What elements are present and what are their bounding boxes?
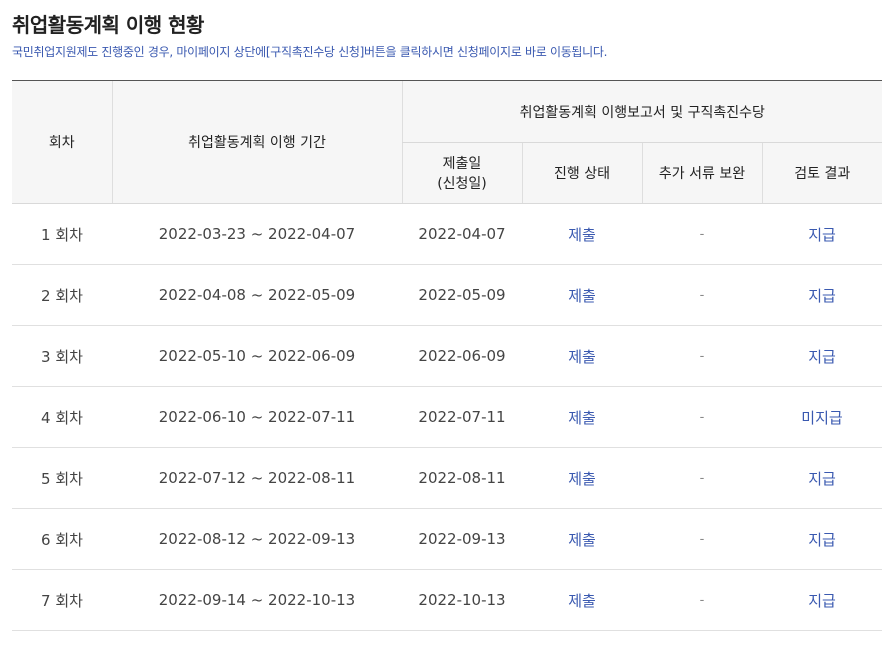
header-period: 취업활동계획 이행 기간	[111, 80, 402, 204]
cell-status-link[interactable]: 제출	[522, 569, 642, 631]
cell-status-link[interactable]: 제출	[522, 508, 642, 570]
cell-round: 7 회차	[12, 569, 112, 631]
table-row: 3 회차 2022-05-10 ~ 2022-06-09 2022-06-09 제출 -…	[12, 325, 883, 387]
cell-submit-date: 2022-04-07	[402, 203, 522, 265]
cell-supplement: -	[642, 508, 762, 570]
cell-review-link[interactable]: 지급	[762, 508, 883, 570]
cell-submit-date: 2022-06-09	[402, 325, 522, 387]
cell-round: 4 회차	[12, 386, 112, 448]
cell-period: 2022-06-10 ~ 2022-07-11	[112, 386, 402, 448]
cell-supplement: -	[642, 264, 762, 326]
table-row: 7 회차 2022-09-14 ~ 2022-10-13 2022-10-13 제출 -…	[12, 569, 883, 631]
cell-review-link[interactable]: 지급	[762, 569, 883, 631]
cell-supplement: -	[642, 386, 762, 448]
cell-round: 5 회차	[12, 447, 112, 509]
cell-submit-date: 2022-05-09	[402, 264, 522, 326]
cell-status-link[interactable]: 제출	[522, 264, 642, 326]
cell-period: 2022-03-23 ~ 2022-04-07	[112, 203, 402, 265]
cell-supplement: -	[642, 447, 762, 509]
cell-period: 2022-09-14 ~ 2022-10-13	[112, 569, 402, 631]
header-submit-date: 제출일 (신청일)	[401, 142, 522, 204]
cell-review-link[interactable]: 지급	[762, 264, 883, 326]
cell-round: 2 회차	[12, 264, 112, 326]
cell-status-link[interactable]: 제출	[522, 325, 642, 387]
header-submit-date-line1: 제출일	[442, 156, 482, 172]
cell-round: 1 회차	[12, 203, 112, 265]
cell-supplement: -	[642, 569, 762, 631]
cell-status-link[interactable]: 제출	[522, 203, 642, 265]
table-row: 6 회차 2022-08-12 ~ 2022-09-13 2022-09-13 제출 -…	[12, 508, 883, 570]
cell-review-link[interactable]: 지급	[762, 325, 883, 387]
header-review: 검토 결과	[761, 142, 883, 204]
cell-supplement: -	[642, 325, 762, 387]
table-row: 5 회차 2022-07-12 ~ 2022-08-11 2022-08-11 제출 -…	[12, 447, 883, 509]
table-row: 4 회차 2022-06-10 ~ 2022-07-11 2022-07-11 제출 -…	[12, 386, 883, 448]
page-container: 취업활동계획 이행 현황 국민취업지원제도 진행중인 경우, 마이페이지 상단에…	[0, 0, 892, 631]
table-row: 2 회차 2022-04-08 ~ 2022-05-09 2022-05-09 제출 -…	[12, 264, 883, 326]
header-round: 회차	[12, 80, 112, 204]
cell-submit-date: 2022-07-11	[402, 386, 522, 448]
cell-round: 6 회차	[12, 508, 112, 570]
cell-period: 2022-08-12 ~ 2022-09-13	[112, 508, 402, 570]
cell-status-link[interactable]: 제출	[522, 447, 642, 509]
cell-round: 3 회차	[12, 325, 112, 387]
cell-review-link[interactable]: 지급	[762, 203, 883, 265]
cell-submit-date: 2022-09-13	[402, 508, 522, 570]
cell-submit-date: 2022-10-13	[402, 569, 522, 631]
header-supplement: 추가 서류 보완	[641, 142, 762, 204]
cell-submit-date: 2022-08-11	[402, 447, 522, 509]
cell-status-link[interactable]: 제출	[522, 386, 642, 448]
header-status: 진행 상태	[521, 142, 642, 204]
notice-text: 국민취업지원제도 진행중인 경우, 마이페이지 상단에[구직촉진수당 신청]버튼…	[12, 45, 608, 59]
cell-period: 2022-07-12 ~ 2022-08-11	[112, 447, 402, 509]
header-group: 취업활동계획 이행보고서 및 구직촉진수당	[401, 80, 883, 143]
table-header: 회차 취업활동계획 이행 기간 취업활동계획 이행보고서 및 구직촉진수당 제출…	[12, 80, 883, 204]
header-submit-date-line2: (신청일)	[437, 176, 487, 192]
cell-review-link[interactable]: 지급	[762, 447, 883, 509]
cell-review-link[interactable]: 미지급	[762, 386, 883, 448]
page-title: 취업활동계획 이행 현황	[12, 13, 204, 37]
table-body: 1 회차 2022-03-23 ~ 2022-04-07 2022-04-07 제출 -…	[12, 203, 883, 631]
cell-period: 2022-05-10 ~ 2022-06-09	[112, 325, 402, 387]
table-row: 1 회차 2022-03-23 ~ 2022-04-07 2022-04-07 제출 -…	[12, 203, 883, 265]
cell-supplement: -	[642, 203, 762, 265]
plan-status-table: 회차 취업활동계획 이행 기간 취업활동계획 이행보고서 및 구직촉진수당 제출…	[12, 80, 883, 631]
cell-period: 2022-04-08 ~ 2022-05-09	[112, 264, 402, 326]
